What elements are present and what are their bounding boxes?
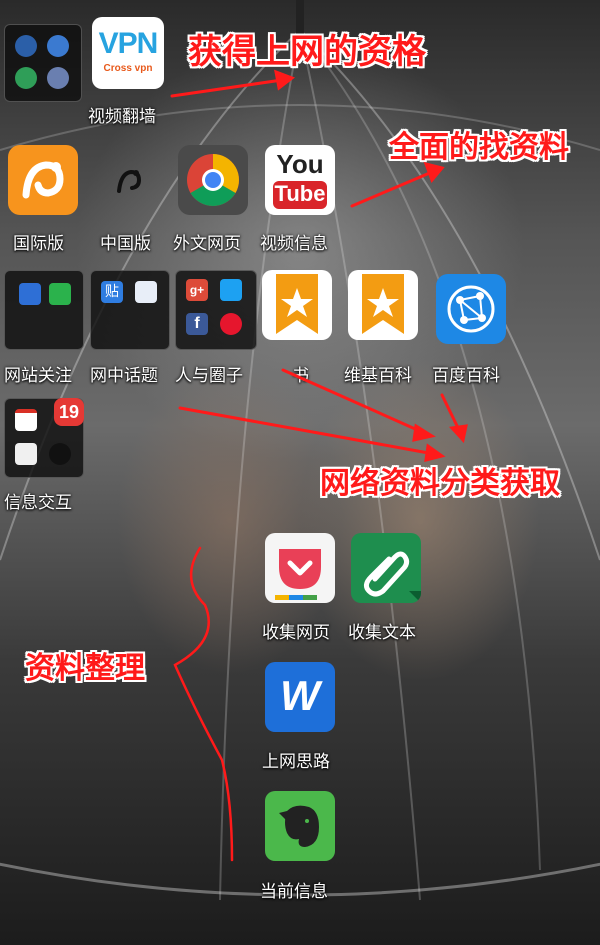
app-label-clipper: 收集文本 <box>348 623 416 643</box>
vpn-logo: VPN <box>98 27 159 60</box>
elephant-icon <box>279 805 319 847</box>
app-label-vpn: 视频翻墙 <box>88 107 156 127</box>
vpn-logo-sub: Cross vpn <box>103 63 153 74</box>
app-label-social: 人与圈子 <box>175 366 243 386</box>
book-bookmark-icon[interactable] <box>262 270 332 340</box>
annotation-vpn: 获得上网的资格 <box>188 32 426 72</box>
chrome-logo-icon <box>187 154 239 206</box>
site-follow-folder[interactable] <box>4 270 84 350</box>
squirrel-icon <box>117 169 142 193</box>
globe-icon <box>47 67 69 89</box>
app-label-uc-cn: 中国版 <box>100 234 151 254</box>
social-folder[interactable]: g+ f <box>175 270 257 350</box>
app-label-topics: 网中话题 <box>90 366 158 386</box>
star-bookmark-icon <box>362 274 404 334</box>
vpn-folder[interactable] <box>4 24 82 102</box>
globe-icon <box>15 35 37 57</box>
chrome-icon[interactable] <box>178 145 248 215</box>
clipper-icon[interactable] <box>351 533 421 603</box>
shield-icon <box>15 67 37 89</box>
tieba-icon: 贴 <box>101 281 123 303</box>
app-label-wiki: 维基百科 <box>344 366 412 386</box>
network-globe-icon <box>447 285 495 333</box>
youtube-icon[interactable]: You Tube <box>265 145 335 215</box>
feedly-icon <box>49 283 71 305</box>
app-label-evernote: 当前信息 <box>260 882 328 902</box>
pocket-logo-icon <box>275 549 321 600</box>
annotation-categories: 网络资料分类获取 <box>320 466 560 501</box>
annotation-organize: 资料整理 <box>25 651 145 686</box>
youtube-you: You <box>276 149 324 179</box>
google-plus-icon: g+ <box>186 279 208 301</box>
topics-folder[interactable]: 贴 <box>90 270 170 350</box>
feed-icon <box>19 283 41 305</box>
wiki-bookmark-icon[interactable] <box>348 270 418 340</box>
app-label-pocket: 收集网页 <box>262 623 330 643</box>
squirrel-icon <box>22 161 64 199</box>
youtube-tube: Tube <box>273 181 327 209</box>
app-label-youtube: 视频信息 <box>260 234 328 254</box>
vpn-app-icon[interactable]: VPN Cross vpn <box>92 17 164 89</box>
facebook-icon: f <box>186 313 208 335</box>
star-bookmark-icon <box>276 274 318 334</box>
annotation-search: 全面的找资料 <box>389 130 569 165</box>
app-label-baidu-baike: 百度百科 <box>432 366 500 386</box>
paperclip-icon <box>363 551 421 603</box>
evernote-icon[interactable] <box>265 791 335 861</box>
app-label-site-follow: 网站关注 <box>4 366 72 386</box>
weibo-icon <box>220 313 242 335</box>
word-icon[interactable]: W <box>265 662 335 732</box>
app-label-book: 书 <box>292 366 309 386</box>
notification-badge: 19 <box>54 398 84 426</box>
mail-icon <box>15 443 37 465</box>
app-label-uc-intl: 国际版 <box>13 234 64 254</box>
uc-browser-cn-icon[interactable] <box>95 145 165 215</box>
twitter-icon <box>220 279 242 301</box>
app-label-messages: 信息交互 <box>4 493 72 513</box>
globe-icon <box>47 35 69 57</box>
news-icon <box>135 281 157 303</box>
app-label-chrome: 外文网页 <box>173 234 241 254</box>
word-logo: W <box>280 672 320 719</box>
gmail-icon <box>15 409 37 431</box>
app-label-word: 上网思路 <box>262 752 330 772</box>
pocket-icon[interactable] <box>265 533 335 603</box>
qq-icon <box>49 443 71 465</box>
uc-browser-intl-icon[interactable] <box>8 145 78 215</box>
baidu-baike-icon[interactable] <box>436 274 506 344</box>
